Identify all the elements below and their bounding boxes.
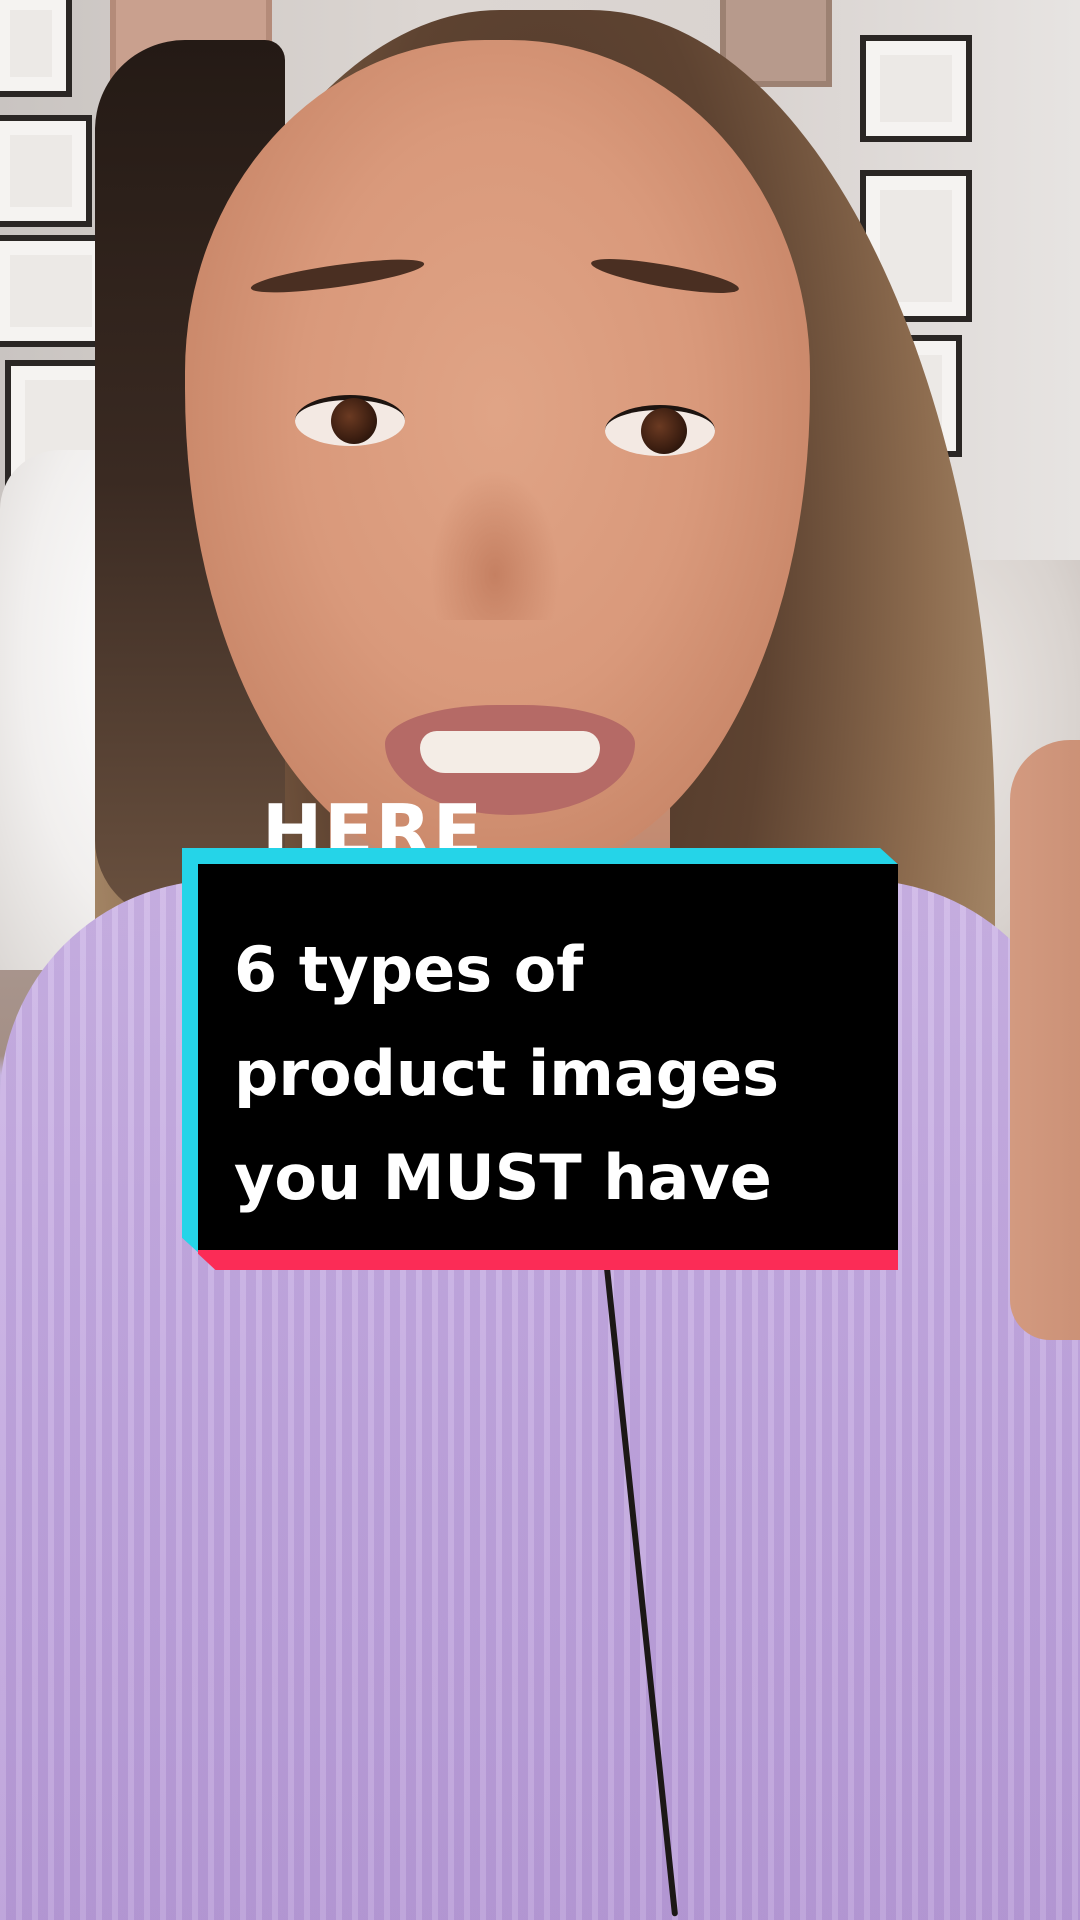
left-iris [331, 398, 377, 444]
teeth [420, 731, 600, 773]
nose [430, 470, 560, 620]
wall-frame [0, 0, 72, 97]
caption-card: 6 types of product images you MUST have [182, 848, 898, 1270]
hand [1010, 740, 1080, 1340]
caption-text: 6 types of product images you MUST have [234, 933, 780, 1214]
right-iris [641, 408, 687, 454]
right-eye [605, 405, 715, 456]
wall-frame [860, 35, 972, 142]
wall-frame [0, 115, 92, 227]
left-eye [295, 395, 405, 446]
video-frame[interactable]: HERE 6 types of product images you MUST … [0, 0, 1080, 1920]
